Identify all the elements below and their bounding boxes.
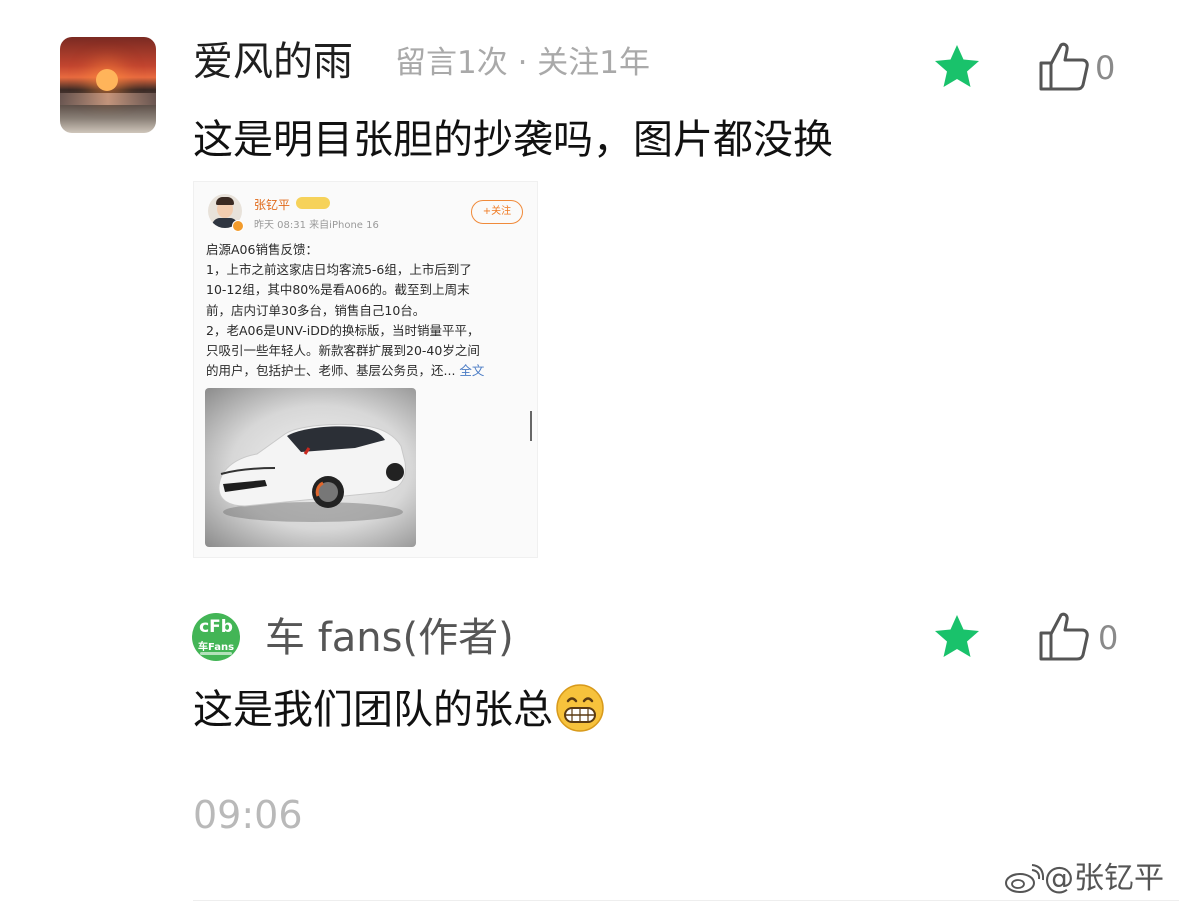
weibo-watermark: @张钇平 xyxy=(1004,858,1164,900)
divider xyxy=(193,900,1179,901)
scroll-indicator xyxy=(530,411,532,441)
comment-text: 这是明目张胆的抄袭吗，图片都没换 xyxy=(193,117,833,163)
comment-user-name[interactable]: 爱风的雨 xyxy=(193,36,353,88)
grinning-emoji-icon xyxy=(556,684,604,732)
like-count: 0 xyxy=(1095,49,1116,87)
embedded-follow-button: +关注 xyxy=(471,200,523,224)
thumbs-up-icon[interactable] xyxy=(1037,40,1091,94)
post-line: 1，上市之前这家店日均客流5-6组，上市后到了 xyxy=(206,262,472,278)
like-count: 0 xyxy=(1098,619,1119,657)
avatar-logo: cFb xyxy=(199,617,233,637)
post-line: 2，老A06是UNV-iDD的换标版，当时销量平平， xyxy=(206,322,480,338)
user-avatar[interactable] xyxy=(60,37,156,133)
star-icon[interactable] xyxy=(932,42,982,92)
level-badge xyxy=(296,197,330,209)
weibo-logo-icon xyxy=(1005,864,1044,893)
avatar-logo-sub: 车Fans xyxy=(197,642,235,653)
post-line: 10-12组，其中80%是看A06的。截至到上周末 xyxy=(206,282,470,298)
embedded-user-name: 张钇平 xyxy=(254,198,291,212)
verified-badge-icon xyxy=(232,220,244,232)
watermark-text: @张钇平 xyxy=(1044,861,1164,896)
comment-text-wrapper: 这是我们团队的张总 xyxy=(193,683,605,737)
star-icon[interactable] xyxy=(932,612,982,662)
post-line: 的用户，包括护士、老师、基层公务员，还... xyxy=(206,363,456,379)
embedded-post-info: 昨天 08:31 来自iPhone 16 xyxy=(254,220,379,231)
embedded-post-body: 启源A06销售反馈： 1，上市之前这家店日均客流5-6组，上市后到了 10-12… xyxy=(206,240,528,381)
comment-text: 这是我们团队的张总 xyxy=(193,687,553,733)
post-line: 启源A06销售反馈： xyxy=(206,242,318,257)
post-line: 只吸引一些年轻人。新款客群扩展到20-40岁之间 xyxy=(206,343,480,359)
post-line-last: 的用户，包括护士、老师、基层公务员，还... 全文 xyxy=(206,361,528,381)
author-avatar[interactable]: cFb 车Fans xyxy=(192,613,240,661)
post-line: 前，店内订单30多台，销售自己10台。 xyxy=(206,302,426,318)
read-more-link: 全文 xyxy=(459,363,485,379)
timestamp: 09:06 xyxy=(193,793,303,837)
attached-image[interactable]: 张钇平 昨天 08:31 来自iPhone 16 +关注 启源A06销售反馈： … xyxy=(193,181,538,558)
car-photo xyxy=(205,388,416,547)
thumbs-up-icon[interactable] xyxy=(1037,610,1091,664)
comment-user-meta: 留言1次 · 关注1年 xyxy=(395,45,651,81)
comment-user-name[interactable]: 车 fans(作者) xyxy=(265,612,514,664)
